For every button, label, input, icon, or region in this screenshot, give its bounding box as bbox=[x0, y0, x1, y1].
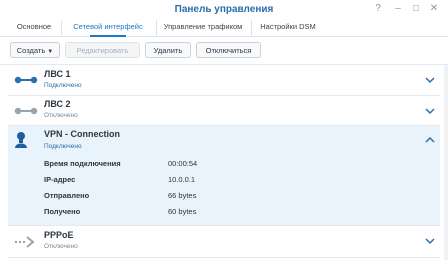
tab-bar: Основное Сетевой интерфейс Управление тр… bbox=[0, 20, 448, 37]
title-bar: Панель управления ? – □ ✕ bbox=[0, 0, 448, 20]
interface-row-lan1[interactable]: ЛВС 1 Подключено bbox=[8, 65, 440, 96]
maximize-icon[interactable]: □ bbox=[410, 3, 422, 15]
interface-status: Подключено bbox=[44, 82, 82, 89]
chevron-down-icon[interactable] bbox=[424, 105, 436, 117]
interface-row-vpn[interactable]: VPN - Connection Подключено Время подклю… bbox=[8, 126, 440, 226]
tab-dsm-settings[interactable]: Настройки DSM bbox=[251, 20, 324, 36]
vpn-user-icon bbox=[15, 132, 27, 148]
interface-name: VPN - Connection bbox=[44, 129, 120, 139]
tab-traffic-control[interactable]: Управление трафиком bbox=[156, 20, 249, 36]
interface-status: Подключено bbox=[44, 143, 82, 150]
interface-name: ЛВС 1 bbox=[44, 69, 71, 79]
interface-status: Отключено bbox=[44, 243, 78, 250]
detail-key: IP-адрес bbox=[44, 175, 76, 184]
detail-value: 60 bytes bbox=[168, 207, 197, 216]
lan-connected-icon bbox=[14, 76, 38, 84]
pppoe-arrow-icon bbox=[14, 236, 35, 248]
tab-general[interactable]: Основное bbox=[10, 20, 58, 36]
create-button[interactable]: Создать ▼ bbox=[10, 42, 60, 58]
disconnect-button[interactable]: Отключиться bbox=[196, 42, 261, 58]
interface-row-lan2[interactable]: ЛВС 2 Отключено bbox=[8, 96, 440, 126]
interface-name: ЛВС 2 bbox=[44, 99, 71, 109]
toolbar: Создать ▼ Редактировать Удалить Отключить… bbox=[0, 37, 448, 65]
scrollbar[interactable] bbox=[444, 65, 448, 260]
close-icon[interactable]: ✕ bbox=[428, 3, 440, 15]
create-button-label: Создать bbox=[16, 46, 46, 55]
help-icon[interactable]: ? bbox=[372, 3, 384, 15]
interface-row-pppoe[interactable]: PPPoE Отключено bbox=[8, 226, 440, 258]
minimize-icon[interactable]: – bbox=[392, 3, 404, 15]
edit-button[interactable]: Редактировать bbox=[65, 42, 140, 58]
detail-value: 10.0.0.1 bbox=[168, 175, 196, 184]
tab-network-interface[interactable]: Сетевой интерфейс bbox=[61, 20, 154, 37]
chevron-down-icon[interactable] bbox=[424, 74, 436, 86]
detail-key: Время подключения bbox=[44, 159, 121, 168]
detail-value: 00:00:54 bbox=[168, 159, 198, 168]
detail-key: Получено bbox=[44, 207, 81, 216]
chevron-up-icon[interactable] bbox=[424, 134, 436, 146]
detail-value: 66 bytes bbox=[168, 191, 197, 200]
lan-disconnected-icon bbox=[14, 107, 38, 115]
delete-button[interactable]: Удалить bbox=[145, 42, 191, 58]
chevron-down-icon: ▼ bbox=[47, 49, 54, 55]
chevron-down-icon[interactable] bbox=[424, 235, 436, 247]
interface-status: Отключено bbox=[44, 112, 78, 119]
detail-key: Отправлено bbox=[44, 191, 90, 200]
interface-name: PPPoE bbox=[44, 230, 74, 240]
